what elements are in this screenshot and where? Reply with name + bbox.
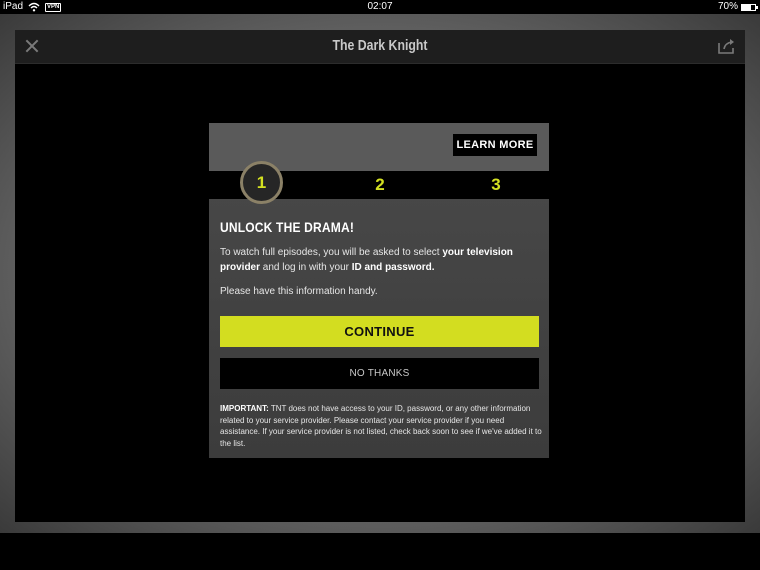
important-notice: IMPORTANT: TNT does not have access to y… [220,404,542,448]
step-2: 2 [375,175,385,194]
dialog-title: UNLOCK THE DRAMA! [220,219,355,235]
page-title: The Dark Knight [332,37,428,54]
share-icon[interactable] [718,38,736,54]
unlock-dialog: LEARN MORE 2 3 1 UNLOCK THE DRAMA! To wa… [209,123,549,458]
status-bar: iPad VPN 02:07 70% [0,0,760,14]
battery-percent: 70% [717,1,738,12]
clock: 02:07 [367,1,393,12]
info-handy-text: Please have this information handy. [220,286,378,297]
continue-button[interactable]: CONTINUE [220,316,539,347]
dialog-body: UNLOCK THE DRAMA! To watch full episodes… [220,219,540,297]
learn-more-button[interactable]: LEARN MORE [453,134,537,156]
step-3: 3 [491,175,501,194]
no-thanks-button[interactable]: NO THANKS [220,358,539,389]
dialog-description: To watch full episodes, you will be aske… [220,247,513,273]
step-1-active: 1 [240,161,283,204]
top-bar: The Dark Knight [15,30,745,64]
close-icon[interactable] [25,39,39,53]
step-1: 1 [256,173,267,192]
bottom-bar [0,533,760,570]
battery-icon [741,3,758,11]
